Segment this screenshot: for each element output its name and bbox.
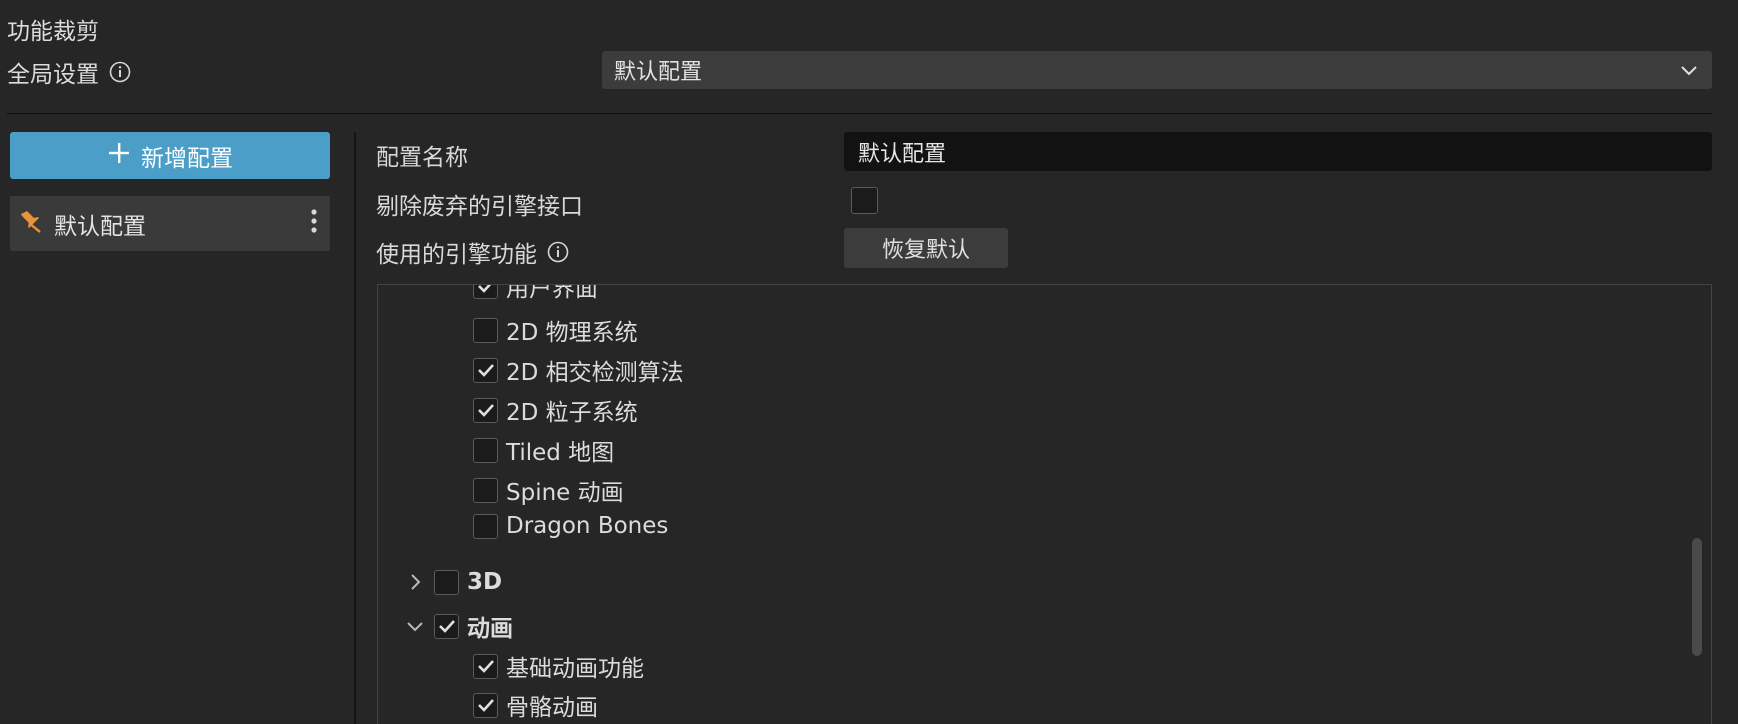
module-checkbox[interactable] xyxy=(473,513,498,539)
pin-icon xyxy=(18,208,44,240)
module-label: 用户界面 xyxy=(506,284,598,302)
remove-deprecated-label: 剔除废弃的引擎接口 xyxy=(376,194,583,220)
config-name-input[interactable]: 默认配置 xyxy=(844,132,1712,171)
module-label: 骨骼动画 xyxy=(506,695,598,721)
more-vertical-icon[interactable] xyxy=(310,208,318,240)
module-item[interactable]: 2D 粒子系统 xyxy=(473,393,638,427)
module-item[interactable]: 2D 相交检测算法 xyxy=(473,353,684,387)
module-checkbox[interactable] xyxy=(473,285,498,299)
module-label: 基础动画功能 xyxy=(506,656,644,682)
plus-icon xyxy=(107,141,131,171)
reset-default-button[interactable]: 恢复默认 xyxy=(844,228,1008,268)
module-item[interactable]: 用户界面 xyxy=(473,284,598,303)
module-item[interactable]: Tiled 地图 xyxy=(473,433,614,467)
module-item[interactable]: Spine 动画 xyxy=(473,473,624,507)
chevron-down-icon[interactable] xyxy=(404,615,426,637)
module-group-checkbox[interactable] xyxy=(434,569,459,595)
header-divider xyxy=(7,113,1712,114)
config-name-label: 配置名称 xyxy=(376,145,468,171)
remove-deprecated-checkbox[interactable] xyxy=(851,187,878,214)
engine-features-label: 使用的引擎功能 xyxy=(376,242,537,268)
module-item[interactable]: Dragon Bones xyxy=(473,513,668,539)
module-checkbox[interactable] xyxy=(473,653,498,679)
config-name-value: 默认配置 xyxy=(858,141,947,167)
chevron-down-icon xyxy=(1680,58,1698,83)
module-checkbox[interactable] xyxy=(473,437,498,463)
global-config-select-value: 默认配置 xyxy=(614,60,703,85)
sidebar-item-default-config[interactable]: 默认配置 xyxy=(10,196,330,251)
panel-divider xyxy=(354,132,356,724)
module-label: Tiled 地图 xyxy=(506,440,615,466)
global-settings-label: 全局设置 xyxy=(7,55,131,89)
module-item[interactable]: 骨骼动画 xyxy=(473,688,598,722)
page-title: 功能裁剪 xyxy=(7,19,99,45)
engine-features-row: 使用的引擎功能 xyxy=(376,235,569,269)
module-label: 2D 物理系统 xyxy=(506,320,638,346)
global-settings-text: 全局设置 xyxy=(7,62,99,88)
module-group-checkbox[interactable] xyxy=(434,613,459,639)
module-label: 2D 相交检测算法 xyxy=(506,360,684,386)
module-label: 2D 粒子系统 xyxy=(506,400,638,426)
module-group-label: 动画 xyxy=(467,616,513,642)
add-config-button[interactable]: 新增配置 xyxy=(10,132,330,179)
tree-scrollbar[interactable] xyxy=(1692,538,1702,656)
module-group-label: 3D xyxy=(467,569,503,595)
engine-module-tree: 用户界面 2D 物理系统 2D 相交检测算法 2D 粒子系统 Tiled 地图 … xyxy=(377,284,1712,724)
module-checkbox[interactable] xyxy=(473,317,498,343)
module-checkbox[interactable] xyxy=(473,692,498,718)
module-checkbox[interactable] xyxy=(473,357,498,383)
chevron-right-icon[interactable] xyxy=(404,571,426,593)
add-config-label: 新增配置 xyxy=(141,145,233,172)
sidebar-item-label: 默认配置 xyxy=(54,213,146,240)
module-group-3d[interactable]: 3D xyxy=(404,569,502,595)
global-config-select[interactable]: 默认配置 xyxy=(602,51,1712,89)
module-label: Dragon Bones xyxy=(506,513,669,539)
module-checkbox[interactable] xyxy=(473,397,498,423)
info-icon[interactable] xyxy=(109,61,131,83)
module-checkbox[interactable] xyxy=(473,477,498,503)
module-item[interactable]: 2D 物理系统 xyxy=(473,313,638,347)
module-item[interactable]: 基础动画功能 xyxy=(473,649,644,683)
info-icon[interactable] xyxy=(547,241,569,263)
module-label: Spine 动画 xyxy=(506,480,624,506)
module-group-animation[interactable]: 动画 xyxy=(404,609,513,643)
